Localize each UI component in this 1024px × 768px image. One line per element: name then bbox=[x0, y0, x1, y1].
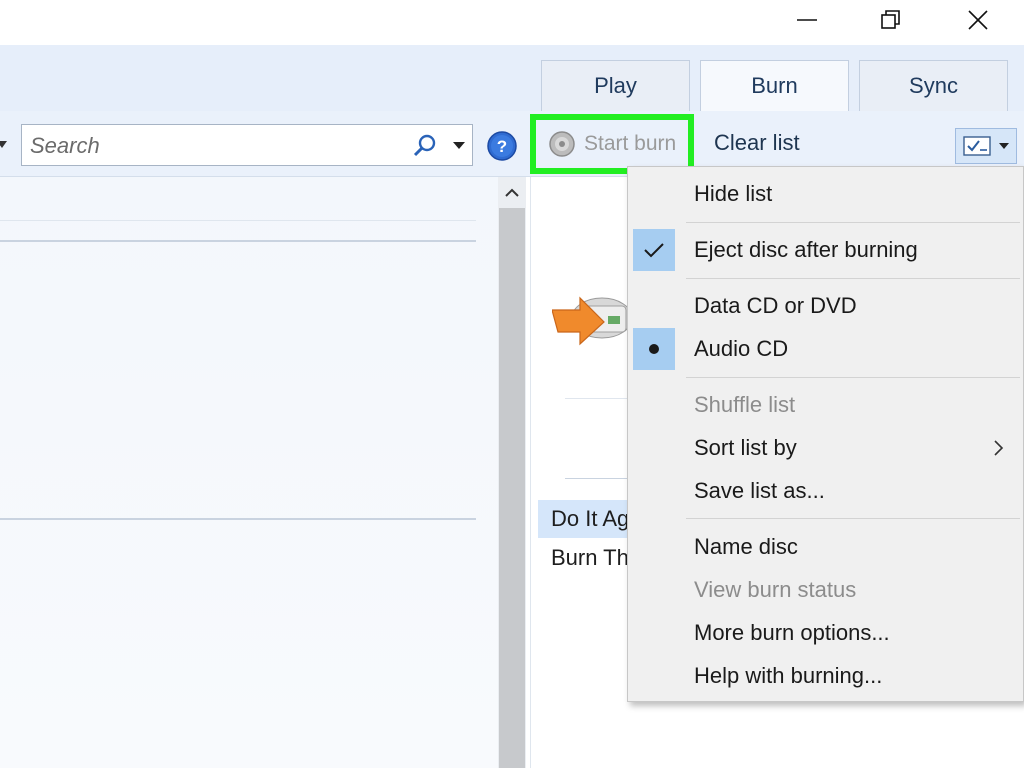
menu-item-shuffle-list: Shuffle list bbox=[694, 392, 796, 417]
search-options-dropdown-icon[interactable] bbox=[452, 140, 466, 152]
menu-item-view-burn-status: View burn status bbox=[694, 577, 857, 602]
list-options-icon bbox=[963, 136, 991, 156]
bullet-icon bbox=[633, 328, 675, 370]
search-input[interactable] bbox=[28, 130, 412, 162]
restore-button[interactable] bbox=[861, 0, 921, 40]
chevron-down-icon bbox=[999, 143, 1009, 149]
menu-item-sort-list-by[interactable]: Sort list by bbox=[694, 435, 797, 461]
tab-burn[interactable]: Burn bbox=[700, 60, 849, 111]
search-icon[interactable] bbox=[412, 133, 438, 159]
divider bbox=[0, 518, 476, 520]
menu-item-data-cd[interactable]: Data CD or DVD bbox=[694, 293, 857, 319]
menu-item-name-disc[interactable]: Name disc bbox=[694, 534, 798, 560]
menu-item-eject-disc[interactable]: Eject disc after burning bbox=[694, 237, 918, 263]
start-burn-button[interactable]: Start burn bbox=[530, 114, 694, 174]
menu-separator bbox=[686, 377, 1020, 378]
burn-drive-icon bbox=[551, 280, 633, 355]
help-button[interactable]: ? bbox=[486, 130, 518, 167]
disc-icon bbox=[549, 131, 575, 157]
minimize-button[interactable] bbox=[777, 0, 837, 40]
tab-sync[interactable]: Sync bbox=[859, 60, 1008, 111]
divider bbox=[565, 398, 627, 399]
menu-item-audio-cd[interactable]: Audio CD bbox=[694, 336, 788, 362]
list-item[interactable]: Burn Th bbox=[538, 539, 638, 577]
menu-separator bbox=[686, 278, 1020, 279]
search-box[interactable] bbox=[21, 124, 473, 166]
menu-item-save-list-as[interactable]: Save list as... bbox=[694, 478, 825, 504]
menu-separator bbox=[686, 518, 1020, 519]
menu-item-hide-list[interactable]: Hide list bbox=[694, 181, 772, 207]
divider bbox=[565, 478, 627, 479]
chevron-right-icon bbox=[994, 440, 1004, 456]
start-burn-label: Start burn bbox=[584, 132, 677, 155]
menu-separator bbox=[686, 222, 1020, 223]
list-options-button[interactable] bbox=[955, 128, 1017, 164]
divider bbox=[0, 240, 476, 242]
menu-item-help-with-burning[interactable]: Help with burning... bbox=[694, 663, 882, 689]
list-item[interactable]: Do It Ag bbox=[538, 500, 638, 538]
restore-icon bbox=[881, 10, 900, 29]
svg-text:?: ? bbox=[497, 137, 507, 156]
close-button[interactable] bbox=[948, 0, 1008, 40]
scrollbar-thumb[interactable] bbox=[499, 208, 525, 768]
clear-list-button[interactable]: Clear list bbox=[714, 130, 800, 156]
chevron-up-icon bbox=[505, 188, 519, 197]
minimize-icon bbox=[797, 19, 817, 21]
scroll-up-button[interactable] bbox=[498, 178, 526, 208]
menu-item-more-burn-options[interactable]: More burn options... bbox=[694, 620, 890, 646]
close-icon bbox=[968, 10, 988, 30]
tab-play[interactable]: Play bbox=[541, 60, 690, 111]
help-icon: ? bbox=[487, 131, 517, 161]
list-options-menu: Hide list Eject disc after burning Data … bbox=[627, 166, 1024, 702]
library-pane bbox=[0, 177, 498, 768]
check-icon bbox=[633, 229, 675, 271]
nav-dropdown-arrow-icon[interactable] bbox=[0, 138, 10, 157]
divider bbox=[0, 220, 476, 221]
